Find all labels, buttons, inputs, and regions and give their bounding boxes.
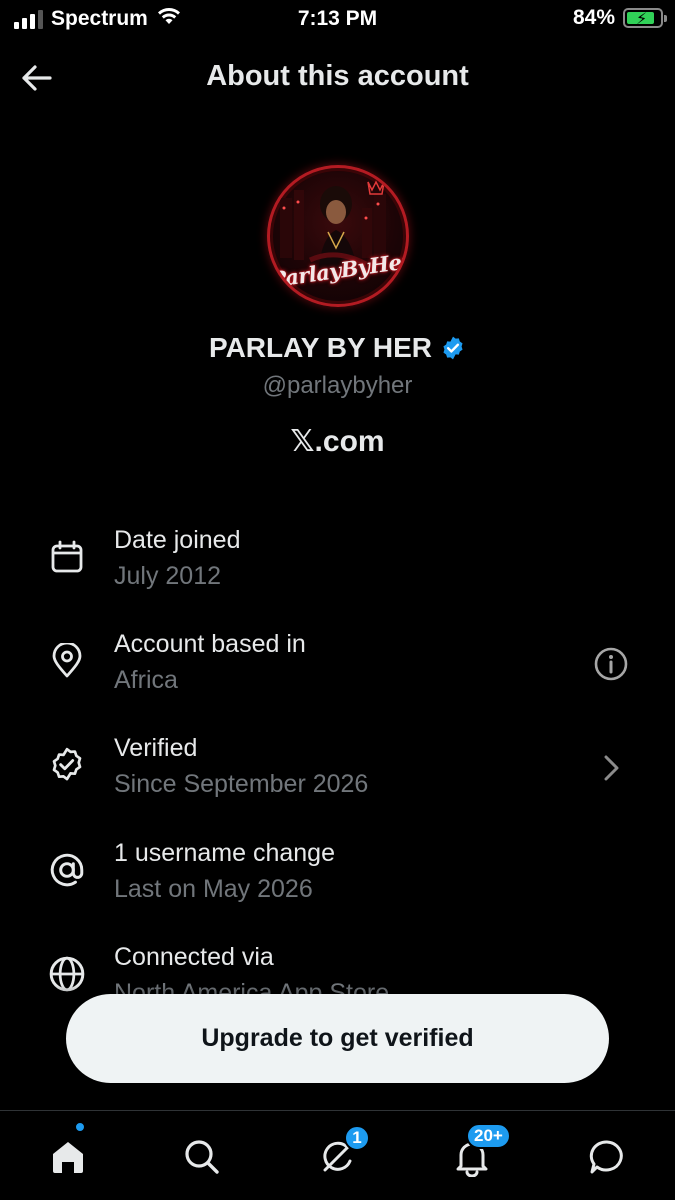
tab-home[interactable]	[42, 1121, 94, 1183]
based-in-label: Account based in	[114, 630, 306, 658]
verified-badge-icon	[46, 744, 88, 786]
home-unread-dot	[74, 1121, 86, 1133]
upgrade-verified-button[interactable]: Upgrade to get verified	[66, 994, 609, 1083]
battery-percent: 84%	[572, 6, 615, 29]
home-icon	[53, 1142, 83, 1173]
tab-messages[interactable]	[581, 1131, 633, 1183]
verified-chevron[interactable]	[591, 748, 631, 788]
notifications-badge: 20+	[466, 1123, 511, 1149]
tab-notifications[interactable]: 20+	[446, 1123, 511, 1183]
info-icon	[594, 647, 628, 681]
search-icon	[185, 1140, 219, 1174]
username-change-label: 1 username change	[114, 839, 335, 867]
info-row-username-change: 1 username change Last on May 2026	[0, 839, 675, 929]
username-handle: @parlaybyher	[262, 372, 413, 399]
calendar-icon	[46, 536, 88, 578]
platform-domain: 𝕏.com	[290, 425, 385, 458]
info-button[interactable]	[591, 644, 631, 684]
verified-label: Verified	[114, 734, 198, 762]
info-row-based-in: Account based in Africa	[0, 630, 675, 720]
verified-value: Since September 2026	[114, 770, 369, 798]
connected-via-label: Connected via	[114, 943, 274, 971]
date-joined-value: July 2012	[114, 562, 222, 590]
header: About this account	[0, 50, 675, 104]
grok-badge: 1	[344, 1125, 370, 1151]
display-name: PARLAY BY HER	[208, 332, 433, 363]
page-title: About this account	[206, 60, 469, 92]
username-change-value: Last on May 2026	[114, 875, 313, 903]
location-pin-icon	[46, 640, 88, 682]
chat-bubble-icon	[589, 1140, 623, 1174]
chevron-right-icon	[604, 755, 619, 781]
status-bar: Spectrum 7:13 PM 84% ⚡	[0, 0, 675, 40]
verified-badge-icon	[443, 336, 463, 360]
date-joined-label: Date joined	[114, 526, 241, 554]
info-row-date-joined: Date joined July 2012	[0, 526, 675, 616]
battery-icon: ⚡	[623, 8, 667, 28]
at-sign-icon	[46, 849, 88, 891]
info-row-verified[interactable]: Verified Since September 2026	[0, 734, 675, 824]
avatar[interactable]: ParlayByHer	[267, 165, 409, 307]
display-name-row: PARLAY BY HER	[0, 332, 675, 364]
tab-bar: 1 20+	[0, 1110, 675, 1200]
tab-search[interactable]	[176, 1131, 228, 1183]
tab-grok[interactable]: 1	[311, 1125, 370, 1183]
based-in-value: Africa	[114, 666, 178, 694]
status-right: 84% ⚡	[572, 6, 667, 30]
